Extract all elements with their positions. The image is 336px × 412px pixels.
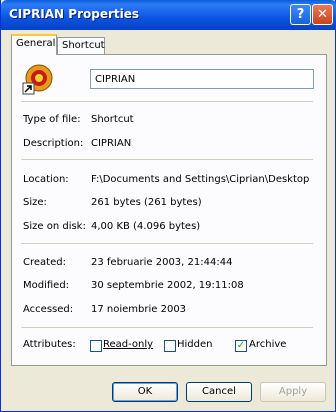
hidden-label[interactable]: Hidden: [177, 339, 212, 350]
file-name-field[interactable]: [90, 69, 314, 89]
type-value: Shortcut: [91, 114, 134, 125]
description-label: Description:: [23, 138, 84, 149]
separator: [21, 159, 313, 160]
created-value: 23 februarie 2003, 21:44:44: [91, 257, 233, 268]
read-only-label[interactable]: Read-only: [103, 339, 153, 350]
size-label: Size:: [23, 197, 47, 208]
close-icon: ✕: [317, 7, 328, 22]
properties-window: CIPRIAN Properties ? ✕ General Shortcut …: [0, 0, 336, 412]
modified-value: 30 septembrie 2002, 19:11:08: [91, 280, 244, 291]
help-button[interactable]: ?: [290, 4, 311, 25]
archive-checkbox[interactable]: ✓: [235, 340, 247, 352]
tab-general[interactable]: General: [11, 34, 57, 55]
created-label: Created:: [23, 257, 66, 268]
window-title: CIPRIAN Properties: [9, 7, 140, 21]
separator: [21, 101, 313, 102]
description-value: CIPRIAN: [91, 138, 132, 149]
hidden-checkbox[interactable]: [164, 340, 176, 352]
size-on-disk-value: 4,00 KB (4.096 bytes): [91, 221, 201, 232]
help-icon: ?: [296, 7, 305, 22]
read-only-checkbox[interactable]: [90, 340, 102, 352]
size-value: 261 bytes (261 bytes): [91, 197, 202, 208]
title-bar[interactable]: CIPRIAN Properties ? ✕: [1, 0, 336, 30]
accessed-label: Accessed:: [23, 304, 74, 315]
check-icon: ✓: [236, 340, 246, 351]
archive-label[interactable]: Archive: [249, 339, 286, 350]
location-label: Location:: [23, 174, 69, 185]
ok-button[interactable]: OK: [112, 382, 178, 402]
accessed-value: 17 noiembrie 2003: [91, 304, 187, 315]
ciprian-app-icon: [22, 64, 53, 95]
modified-label: Modified:: [23, 280, 70, 291]
location-value: F:\Documents and Settings\Ciprian\Deskto…: [91, 174, 310, 185]
tab-shortcut[interactable]: Shortcut: [57, 37, 105, 54]
separator: [21, 243, 313, 244]
cancel-button[interactable]: Cancel: [186, 382, 252, 402]
separator: [21, 327, 313, 328]
size-on-disk-label: Size on disk:: [23, 221, 86, 232]
type-label: Type of file:: [23, 114, 81, 125]
close-button[interactable]: ✕: [312, 4, 333, 25]
apply-button[interactable]: Apply: [260, 382, 326, 402]
attributes-label: Attributes:: [23, 339, 76, 350]
